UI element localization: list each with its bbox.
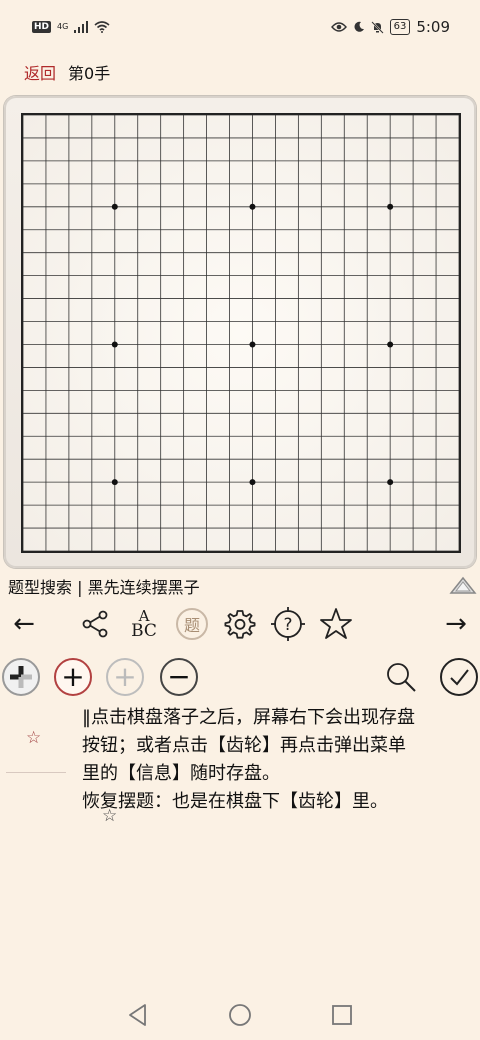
status-time: 5:09 bbox=[416, 18, 450, 36]
back-button[interactable]: 返回 bbox=[24, 60, 56, 84]
problem-button[interactable]: 题 bbox=[174, 606, 210, 642]
nav-recents-icon[interactable] bbox=[329, 1002, 355, 1028]
black-white-alternate-button[interactable] bbox=[2, 658, 40, 696]
alternate-stone-icon bbox=[10, 666, 32, 688]
star-point bbox=[111, 203, 118, 210]
star-point bbox=[111, 479, 118, 486]
system-nav-bar bbox=[0, 990, 480, 1040]
star-point bbox=[387, 479, 394, 486]
battery-indicator: 63 bbox=[389, 19, 411, 35]
star-marker-left[interactable]: ☆ bbox=[26, 728, 41, 748]
move-counter: 第0手 bbox=[68, 64, 111, 83]
star-point bbox=[249, 479, 256, 486]
abc-icon-bottom: BC bbox=[131, 621, 157, 641]
hd-badge: HD bbox=[32, 21, 52, 33]
go-board[interactable] bbox=[21, 113, 461, 553]
star-marker-mid[interactable]: ☆ bbox=[102, 806, 117, 826]
status-right: 63 5:09 bbox=[330, 18, 450, 36]
remove-stone-button[interactable]: − bbox=[160, 658, 198, 696]
help-line: 恢复摆题：也是在棋盘下【齿轮】里。 bbox=[82, 791, 388, 812]
favorite-button[interactable] bbox=[318, 606, 354, 642]
signal-icon bbox=[74, 21, 89, 33]
nav-home-icon[interactable] bbox=[227, 1002, 253, 1028]
confirm-button[interactable] bbox=[440, 658, 478, 696]
star-point bbox=[249, 203, 256, 210]
minus-icon: − bbox=[167, 660, 191, 693]
problem-icon: 题 bbox=[176, 608, 208, 640]
wifi-icon bbox=[94, 21, 110, 33]
moon-icon bbox=[354, 21, 364, 32]
plus-black-icon: + bbox=[61, 660, 85, 693]
star-point bbox=[111, 341, 118, 348]
hint-button[interactable]: ? bbox=[270, 606, 306, 642]
star-point bbox=[249, 341, 256, 348]
status-bar: HD 4G 63 5:09 bbox=[0, 0, 480, 54]
next-arrow-icon: → bbox=[445, 609, 467, 639]
top-bar: 返回 第0手 bbox=[24, 60, 110, 84]
star-point bbox=[387, 203, 394, 210]
check-icon bbox=[450, 669, 469, 686]
divider bbox=[6, 772, 66, 773]
nav-back-icon[interactable] bbox=[125, 1002, 151, 1028]
gear-icon bbox=[224, 610, 256, 639]
gear-button[interactable] bbox=[222, 606, 258, 642]
hint-glyph: ? bbox=[283, 615, 292, 635]
share-icon bbox=[82, 610, 108, 638]
add-white-button[interactable]: + bbox=[106, 658, 144, 696]
abc-button[interactable]: A BC bbox=[126, 606, 162, 642]
prev-arrow-button[interactable]: ← bbox=[6, 606, 42, 642]
share-button[interactable] bbox=[77, 606, 113, 642]
search-button[interactable] bbox=[382, 658, 420, 696]
star-icon bbox=[320, 608, 352, 639]
help-line: 里的【信息】随时存盘。 bbox=[82, 763, 280, 784]
toolbar: ← A BC 题 ? → bbox=[0, 600, 480, 646]
network-label: 4G bbox=[57, 22, 69, 31]
collapse-up-icon[interactable] bbox=[448, 572, 478, 596]
problem-glyph: 题 bbox=[183, 616, 200, 635]
help-line: 按钮；或者点击【齿轮】再点击弹出菜单 bbox=[82, 735, 406, 756]
next-arrow-button[interactable]: → bbox=[438, 606, 474, 642]
action-row: + + − bbox=[0, 656, 480, 706]
mute-bell-icon bbox=[370, 20, 384, 34]
hint-icon: ? bbox=[271, 607, 305, 641]
add-black-button[interactable]: + bbox=[54, 658, 92, 696]
status-left: HD 4G bbox=[32, 21, 110, 33]
search-icon bbox=[387, 663, 416, 692]
board-frame bbox=[4, 96, 476, 568]
prev-arrow-icon: ← bbox=[13, 609, 35, 639]
help-line: ‖点击棋盘落子之后，屏幕右下会出现存盘 bbox=[82, 707, 415, 728]
plus-white-icon: + bbox=[113, 660, 137, 693]
board-grid[interactable] bbox=[23, 115, 459, 551]
help-message: ‖点击棋盘落子之后，屏幕右下会出现存盘 按钮；或者点击【齿轮】再点击弹出菜单 里… bbox=[82, 704, 476, 816]
star-point bbox=[387, 341, 394, 348]
eye-icon bbox=[330, 22, 347, 32]
problem-title: 题型搜索 | 黑先连续摆黑子 bbox=[8, 578, 200, 597]
